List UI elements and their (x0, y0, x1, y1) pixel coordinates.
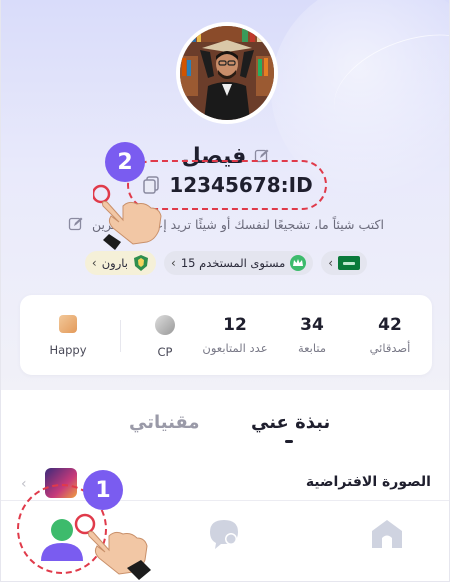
tab-about[interactable]: نبذة عني (251, 412, 330, 433)
edit-bio-icon[interactable] (68, 216, 84, 232)
chevron-left-icon: ‹ (91, 256, 97, 270)
pointing-hand-icon (93, 184, 162, 250)
step-2-badge: 2 (105, 142, 145, 182)
happy-stat[interactable]: Happy (38, 295, 98, 375)
cp-label: CP (157, 345, 173, 359)
cp-avatar-icon (155, 315, 175, 335)
user-level-badge[interactable]: ‹ مستوى المستخدم 15 (164, 251, 314, 275)
baron-badge[interactable]: ‹ بارون (84, 251, 156, 275)
chevron-left-icon: ‹ (21, 476, 27, 492)
following-label: متابعة (297, 341, 327, 355)
stats-card: Happy CP 12 عدد المتابعون 34 متابعة 42 أ… (20, 295, 432, 375)
friends-count: 42 (378, 315, 402, 335)
chevron-left-icon: ‹ (171, 256, 176, 270)
followers-count: 12 (223, 315, 247, 335)
profile-tabs: مقنياتي نبذة عني (1, 400, 449, 446)
avatar-photo (180, 26, 274, 120)
followers-stat[interactable]: 12 عدد المتابعون (190, 295, 280, 375)
cp-stat[interactable]: CP (140, 295, 190, 375)
baron-label: بارون (101, 256, 128, 270)
saudi-flag-icon (338, 256, 361, 270)
bio-row[interactable]: اكتب شيئاً ما، تشجيعًا لنفسك أو شيئًا تر… (1, 212, 449, 236)
stats-divider (120, 320, 121, 352)
user-level-label: مستوى المستخدم 15 (180, 256, 286, 270)
nav-messages-button[interactable] (207, 517, 247, 557)
following-stat[interactable]: 34 متابعة (282, 295, 342, 375)
chat-bubble-icon (210, 520, 238, 549)
tab-items[interactable]: مقنياتي (129, 412, 200, 433)
profile-page: فيصل 12345678:ID اكتب شيئاً ما، تشجيعًا … (0, 0, 450, 582)
happy-avatar-icon (59, 315, 77, 333)
following-count: 34 (300, 315, 324, 335)
user-id: 12345678:ID (169, 173, 313, 197)
chevron-left-icon: ‹ (328, 256, 334, 270)
happy-label: Happy (49, 343, 87, 357)
home-icon (372, 520, 402, 548)
pointing-hand-icon (74, 513, 151, 580)
nav-home-button[interactable] (369, 517, 409, 557)
avatar[interactable] (176, 22, 278, 124)
friends-label: أصدقائي (369, 341, 411, 355)
badges-row: ‹ بارون ‹ مستوى المستخدم 15 ‹ (1, 250, 449, 276)
default-avatar-title: الصورة الافتراضية (305, 474, 431, 490)
country-badge[interactable]: ‹ (321, 251, 368, 275)
active-tab-indicator (285, 440, 293, 443)
followers-label: عدد المتابعون (202, 341, 268, 355)
friends-stat[interactable]: 42 أصدقائي (350, 295, 430, 375)
baron-shield-icon (134, 255, 148, 271)
crown-icon (290, 255, 307, 271)
